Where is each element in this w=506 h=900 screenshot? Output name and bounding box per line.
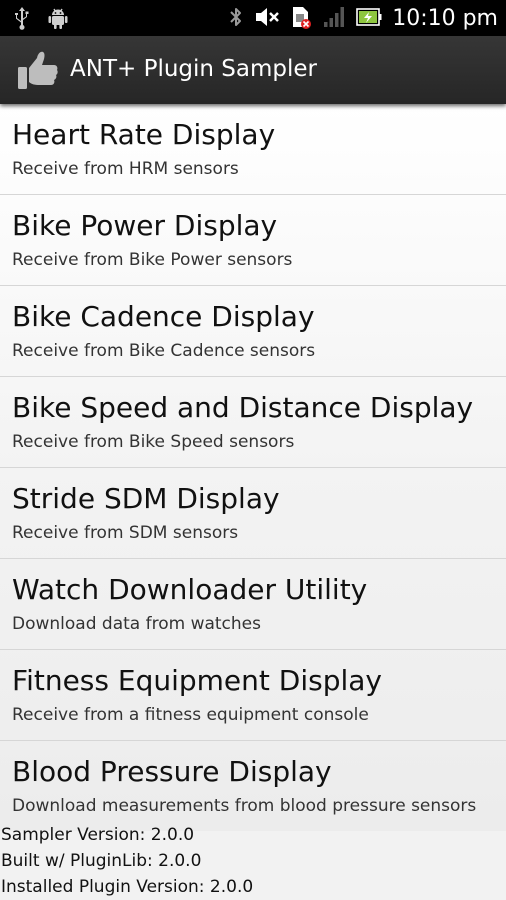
list-item-subtitle: Receive from a fitness equipment console	[12, 705, 369, 725]
list-item-subtitle: Download data from watches	[12, 614, 261, 634]
list-item-title: Heart Rate Display	[12, 118, 276, 151]
list-item-subtitle: Receive from Bike Speed sensors	[12, 432, 295, 452]
installed-plugin-version-text: Installed Plugin Version: 2.0.0	[1, 877, 254, 897]
list-item-title: Blood Pressure Display	[12, 755, 332, 788]
list-item-title: Watch Downloader Utility	[12, 573, 368, 606]
usb-icon	[12, 6, 32, 34]
app-title: ANT+ Plugin Sampler	[70, 56, 317, 82]
list-item-watch-downloader-utility[interactable]: Watch Downloader Utility Download data f…	[0, 559, 506, 650]
status-time: 10:10 pm	[392, 6, 498, 31]
sampler-list: Heart Rate Display Receive from HRM sens…	[0, 104, 506, 831]
list-item-heart-rate-display[interactable]: Heart Rate Display Receive from HRM sens…	[0, 104, 506, 195]
status-system-icons: 10:10 pm	[228, 4, 498, 34]
status-notifications	[12, 6, 70, 34]
list-item-title: Bike Cadence Display	[12, 300, 315, 333]
action-bar: ANT+ Plugin Sampler	[0, 36, 506, 104]
list-item-stride-sdm-display[interactable]: Stride SDM Display Receive from SDM sens…	[0, 468, 506, 559]
list-item-bike-cadence-display[interactable]: Bike Cadence Display Receive from Bike C…	[0, 286, 506, 377]
status-bar: 10:10 pm	[0, 0, 506, 36]
list-item-subtitle: Receive from Bike Cadence sensors	[12, 341, 316, 361]
list-item-title: Bike Speed and Distance Display	[12, 391, 474, 424]
list-item-blood-pressure-display[interactable]: Blood Pressure Display Download measurem…	[0, 741, 506, 831]
mute-icon	[254, 4, 280, 34]
battery-charging-icon	[356, 4, 382, 34]
list-item-title: Stride SDM Display	[12, 482, 280, 515]
version-info: Sampler Version: 2.0.0 Built w/ PluginLi…	[0, 822, 506, 900]
list-item-subtitle: Receive from SDM sensors	[12, 523, 239, 543]
list-item-subtitle: Receive from HRM sensors	[12, 159, 239, 179]
list-item-bike-power-display[interactable]: Bike Power Display Receive from Bike Pow…	[0, 195, 506, 286]
signal-icon	[322, 4, 346, 34]
list-item-fitness-equipment-display[interactable]: Fitness Equipment Display Receive from a…	[0, 650, 506, 741]
list-item-subtitle: Receive from Bike Power sensors	[12, 250, 293, 270]
list-item-bike-speed-distance-display[interactable]: Bike Speed and Distance Display Receive …	[0, 377, 506, 468]
pluginlib-version-text: Built w/ PluginLib: 2.0.0	[1, 851, 202, 871]
list-item-title: Bike Power Display	[12, 209, 278, 242]
list-item-subtitle: Download measurements from blood pressur…	[12, 796, 477, 816]
list-item-title: Fitness Equipment Display	[12, 664, 382, 697]
sampler-version-text: Sampler Version: 2.0.0	[1, 825, 195, 845]
thumbs-up-icon[interactable]	[14, 47, 60, 93]
bluetooth-icon	[228, 4, 244, 34]
android-debug-icon	[46, 6, 70, 34]
sim-missing-icon	[290, 4, 312, 34]
